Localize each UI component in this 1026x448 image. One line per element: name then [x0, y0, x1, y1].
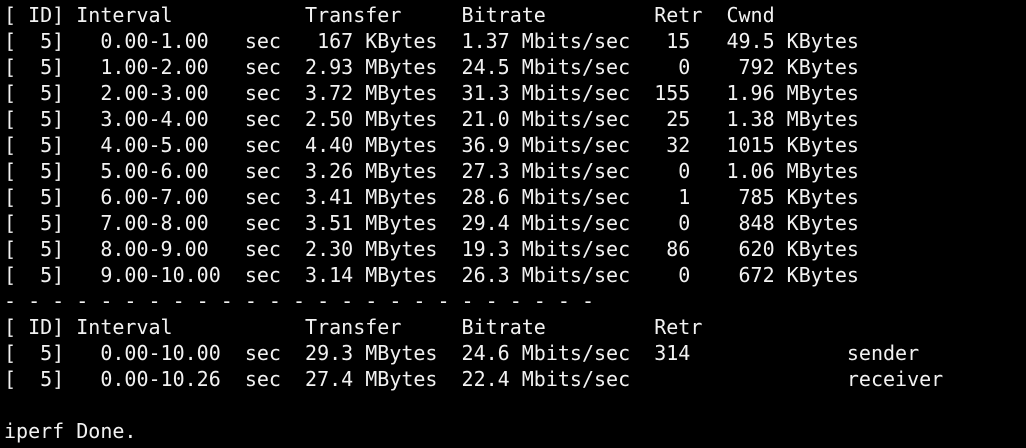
interval-row: [ 5] 2.00-3.00 sec 3.72 MBytes 31.3 Mbit…	[4, 81, 859, 105]
interval-row: [ 5] 7.00-8.00 sec 3.51 MBytes 29.4 Mbit…	[4, 211, 859, 235]
interval-row: [ 5] 3.00-4.00 sec 2.50 MBytes 21.0 Mbit…	[4, 107, 859, 131]
interval-row: [ 5] 6.00-7.00 sec 3.41 MBytes 28.6 Mbit…	[4, 185, 859, 209]
interval-row: [ 5] 0.00-1.00 sec 167 KBytes 1.37 Mbits…	[4, 29, 859, 53]
interval-row: [ 5] 1.00-2.00 sec 2.93 MBytes 24.5 Mbit…	[4, 55, 859, 79]
terminal-output: [ ID] Interval Transfer Bitrate Retr Cwn…	[0, 0, 1026, 448]
summary-row-sender: [ 5] 0.00-10.00 sec 29.3 MBytes 24.6 Mbi…	[4, 341, 920, 365]
summary-table-header: [ ID] Interval Transfer Bitrate Retr	[4, 315, 703, 339]
completion-message: iperf Done.	[4, 419, 137, 443]
interval-row: [ 5] 8.00-9.00 sec 2.30 MBytes 19.3 Mbit…	[4, 237, 859, 261]
separator-line: - - - - - - - - - - - - - - - - - - - - …	[4, 289, 595, 313]
interval-table-header: [ ID] Interval Transfer Bitrate Retr Cwn…	[4, 3, 775, 27]
interval-row: [ 5] 5.00-6.00 sec 3.26 MBytes 27.3 Mbit…	[4, 159, 859, 183]
interval-row: [ 5] 4.00-5.00 sec 4.40 MBytes 36.9 Mbit…	[4, 133, 859, 157]
summary-row-receiver: [ 5] 0.00-10.26 sec 27.4 MBytes 22.4 Mbi…	[4, 367, 944, 391]
interval-row: [ 5] 9.00-10.00 sec 3.14 MBytes 26.3 Mbi…	[4, 263, 859, 287]
